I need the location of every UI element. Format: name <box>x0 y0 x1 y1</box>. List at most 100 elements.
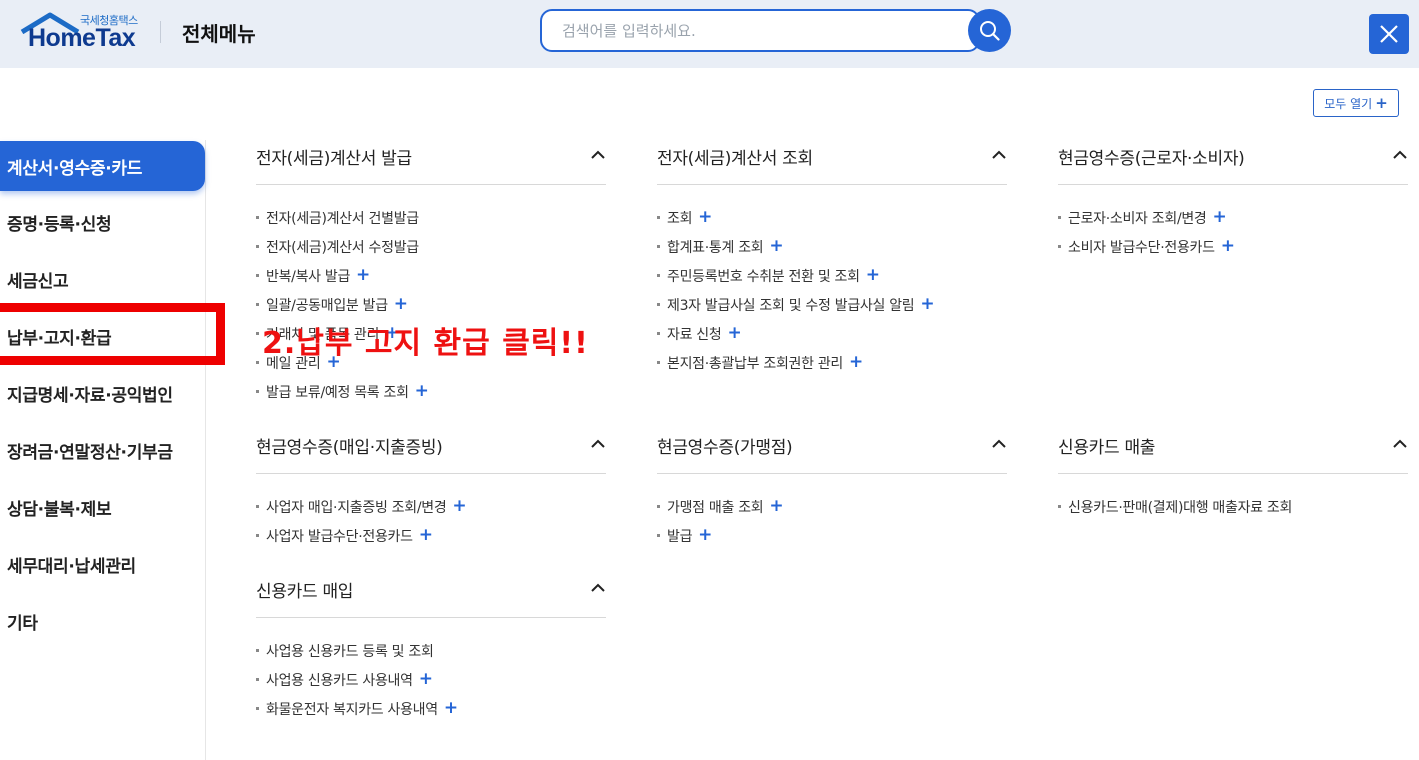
menu-item-label: 사업자 발급수단·전용카드 <box>266 528 413 545</box>
menu-item[interactable]: 가맹점 매출 조회 + <box>657 492 1007 521</box>
plus-icon[interactable]: + <box>698 527 712 544</box>
plus-icon[interactable]: + <box>394 296 408 313</box>
section-credit-card-sales: 신용카드 매출 신용카드·판매(결제)대행 매출자료 조회 <box>1058 430 1408 521</box>
sidebar-item-incentive-year-end[interactable]: 장려금·연말정산·기부금 <box>0 425 205 475</box>
plus-icon[interactable]: + <box>356 267 370 284</box>
plus-icon[interactable]: + <box>444 700 458 717</box>
header: 국세청홈택스 HomeTax 전체메뉴 <box>0 0 1419 68</box>
section-header[interactable]: 현금영수증(가맹점) <box>657 430 1007 474</box>
menu-item[interactable]: 근로자·소비자 조회/변경 + <box>1058 203 1408 232</box>
plus-icon[interactable]: + <box>769 498 783 515</box>
menu-item[interactable]: 사업자 매입·지출증빙 조회/변경 + <box>256 492 606 521</box>
chevron-up-icon[interactable] <box>590 147 606 163</box>
section-header[interactable]: 신용카드 매출 <box>1058 430 1408 474</box>
menu-item[interactable]: 소비자 발급수단·전용카드 + <box>1058 232 1408 261</box>
section-cash-receipt-consumer: 현금영수증(근로자·소비자) 근로자·소비자 조회/변경 + 소비자 발급수단·전… <box>1058 141 1408 261</box>
menu-item[interactable]: 신용카드·판매(결제)대행 매출자료 조회 <box>1058 492 1408 521</box>
menu-item-label: 반복/복사 발급 <box>266 268 351 285</box>
sidebar-item-invoice-receipt-card[interactable]: 계산서·영수증·카드 <box>0 141 205 191</box>
section-header[interactable]: 전자(세금)계산서 발급 <box>256 141 606 185</box>
menu-item-label: 근로자·소비자 조회/변경 <box>1068 210 1207 227</box>
close-button[interactable] <box>1369 14 1409 54</box>
menu-item-label: 화물운전자 복지카드 사용내역 <box>266 701 438 718</box>
menu-item[interactable]: 발급 보류/예정 목록 조회 + <box>256 377 606 406</box>
plus-icon[interactable]: + <box>698 209 712 226</box>
section-header[interactable]: 현금영수증(근로자·소비자) <box>1058 141 1408 185</box>
plus-icon[interactable]: + <box>452 498 466 515</box>
menu-item-label: 발급 <box>667 528 693 545</box>
menu-item[interactable]: 주민등록번호 수취분 전환 및 조회 + <box>657 261 1007 290</box>
section-credit-card-purchase: 신용카드 매입 사업용 신용카드 등록 및 조회 사업용 신용카드 사용내역 + … <box>256 574 606 723</box>
menu-item-label: 주민등록번호 수취분 전환 및 조회 <box>667 268 860 285</box>
section-e-invoice-inquiry: 전자(세금)계산서 조회 조회 + 합계표·통계 조회 + 주민등록번호 수취분 전… <box>657 141 1007 377</box>
section-title: 신용카드 매출 <box>1058 438 1156 458</box>
menu-item-label: 제3자 발급사실 조회 및 수정 발급사실 알림 <box>667 297 915 314</box>
sidebar-item-consultation-appeal[interactable]: 상담·불복·제보 <box>0 482 205 532</box>
section-cash-receipt-merchant: 현금영수증(가맹점) 가맹점 매출 조회 + 발급 + <box>657 430 1007 550</box>
sidebar-item-payment-statement[interactable]: 지급명세·자료·공익법인 <box>0 368 205 418</box>
chevron-up-icon[interactable] <box>1392 147 1408 163</box>
annotation-text: 2.납부 고지 환급 클릭!! <box>262 326 589 361</box>
menu-item-label: 조회 <box>667 210 693 227</box>
menu-item[interactable]: 사업자 발급수단·전용카드 + <box>256 521 606 550</box>
plus-icon[interactable]: + <box>920 296 934 313</box>
menu-item[interactable]: 사업용 신용카드 사용내역 + <box>256 665 606 694</box>
menu-item[interactable]: 자료 신청 + <box>657 319 1007 348</box>
plus-icon[interactable]: + <box>866 267 880 284</box>
chevron-up-icon[interactable] <box>590 580 606 596</box>
menu-item-label: 사업용 신용카드 사용내역 <box>266 672 413 689</box>
menu-item[interactable]: 전자(세금)계산서 수정발급 <box>256 232 606 261</box>
plus-icon[interactable]: + <box>419 671 433 688</box>
menu-item-label: 사업자 매입·지출증빙 조회/변경 <box>266 499 447 516</box>
section-header[interactable]: 신용카드 매입 <box>256 574 606 618</box>
menu-item-label: 사업용 신용카드 등록 및 조회 <box>266 643 434 660</box>
page-title: 전체메뉴 <box>182 22 256 46</box>
hometax-logo[interactable]: 국세청홈택스 HomeTax <box>20 12 140 52</box>
header-divider <box>160 21 161 43</box>
search-input[interactable] <box>562 11 952 50</box>
logo-wordmark: HomeTax <box>28 24 136 52</box>
close-icon <box>1380 25 1398 43</box>
section-title: 현금영수증(근로자·소비자) <box>1058 149 1245 169</box>
menu-item-label: 소비자 발급수단·전용카드 <box>1068 239 1215 256</box>
sidebar: 계산서·영수증·카드 증명·등록·신청 세금신고 납부·고지·환급 지급명세·자… <box>0 140 206 760</box>
chevron-up-icon[interactable] <box>590 436 606 452</box>
plus-icon[interactable]: + <box>1213 209 1227 226</box>
menu-item[interactable]: 화물운전자 복지카드 사용내역 + <box>256 694 606 723</box>
chevron-up-icon[interactable] <box>1392 436 1408 452</box>
search-box <box>540 9 980 52</box>
chevron-up-icon[interactable] <box>991 436 1007 452</box>
section-e-invoice-issue: 전자(세금)계산서 발급 전자(세금)계산서 건별발급 전자(세금)계산서 수정… <box>256 141 606 406</box>
section-header[interactable]: 전자(세금)계산서 조회 <box>657 141 1007 185</box>
menu-item[interactable]: 본지점·총괄납부 조회권한 관리 + <box>657 348 1007 377</box>
menu-item[interactable]: 전자(세금)계산서 건별발급 <box>256 203 606 232</box>
menu-item[interactable]: 발급 + <box>657 521 1007 550</box>
expand-all-label: 모두 열기 <box>1324 96 1373 111</box>
menu-item-label: 가맹점 매출 조회 <box>667 499 764 516</box>
sidebar-item-tax-agent[interactable]: 세무대리·납세관리 <box>0 539 205 589</box>
plus-icon[interactable]: + <box>769 238 783 255</box>
menu-item[interactable]: 조회 + <box>657 203 1007 232</box>
section-title: 신용카드 매입 <box>256 582 354 602</box>
menu-item[interactable]: 제3자 발급사실 조회 및 수정 발급사실 알림 + <box>657 290 1007 319</box>
sidebar-item-certificate-registration[interactable]: 증명·등록·신청 <box>0 197 205 247</box>
expand-all-button[interactable]: 모두 열기 + <box>1313 89 1399 117</box>
plus-icon[interactable]: + <box>727 325 741 342</box>
plus-icon[interactable]: + <box>419 527 433 544</box>
sidebar-item-tax-return[interactable]: 세금신고 <box>0 254 205 304</box>
menu-item[interactable]: 일괄/공동매입분 발급 + <box>256 290 606 319</box>
search-icon <box>980 21 1000 41</box>
sidebar-item-etc[interactable]: 기타 <box>0 596 205 646</box>
annotation-highlight-box <box>0 303 225 365</box>
chevron-up-icon[interactable] <box>991 147 1007 163</box>
search-button[interactable] <box>968 9 1011 52</box>
plus-icon[interactable]: + <box>415 383 429 400</box>
section-title: 현금영수증(매입·지출증빙) <box>256 438 443 458</box>
menu-item[interactable]: 사업용 신용카드 등록 및 조회 <box>256 636 606 665</box>
menu-item-label: 자료 신청 <box>667 326 722 343</box>
menu-item[interactable]: 반복/복사 발급 + <box>256 261 606 290</box>
plus-icon[interactable]: + <box>849 354 863 371</box>
menu-item[interactable]: 합계표·통계 조회 + <box>657 232 1007 261</box>
section-header[interactable]: 현금영수증(매입·지출증빙) <box>256 430 606 474</box>
plus-icon[interactable]: + <box>1221 238 1235 255</box>
